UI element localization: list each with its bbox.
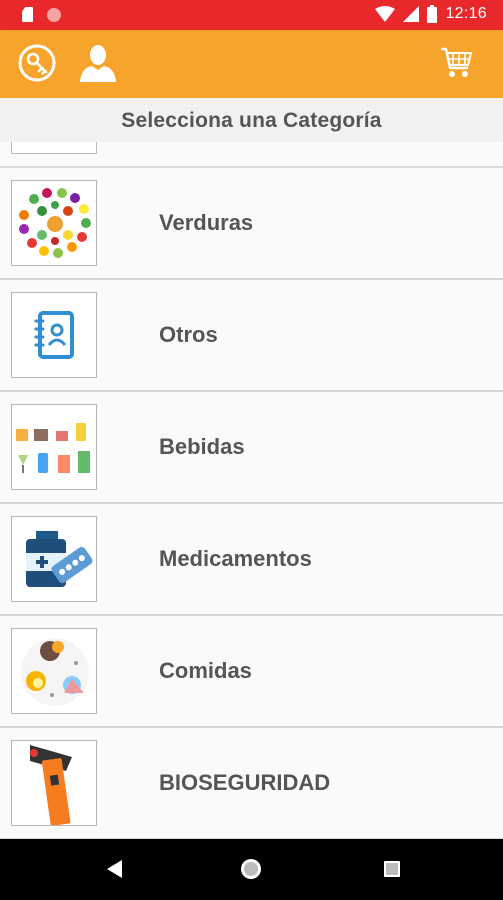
recents-icon[interactable] bbox=[383, 860, 401, 878]
thermometer-gun-image bbox=[11, 740, 97, 826]
cart-icon[interactable] bbox=[440, 46, 473, 85]
signal-icon bbox=[403, 6, 420, 22]
category-label: Otros bbox=[159, 322, 218, 347]
battery-icon bbox=[427, 5, 438, 23]
wifi-icon bbox=[375, 6, 396, 22]
system-nav-bar bbox=[0, 839, 503, 900]
category-label: Comidas bbox=[159, 658, 252, 683]
category-row-medicamentos[interactable]: Medicamentos bbox=[0, 504, 503, 616]
key-icon[interactable] bbox=[18, 44, 56, 87]
home-icon[interactable] bbox=[240, 858, 262, 880]
category-row-bioseguridad[interactable]: BIOSEGURIDAD bbox=[0, 728, 503, 839]
category-row-otros[interactable]: Otros bbox=[0, 280, 503, 392]
category-row-comidas[interactable]: Comidas bbox=[0, 616, 503, 728]
category-header: Selecciona una Categoría bbox=[0, 98, 503, 142]
category-row-verduras[interactable]: Verduras bbox=[0, 168, 503, 280]
app-bar bbox=[0, 30, 503, 98]
medicine-image bbox=[11, 516, 97, 602]
status-time: 12:16 bbox=[445, 5, 487, 22]
notification-dot-icon bbox=[47, 7, 61, 22]
category-label: BIOSEGURIDAD bbox=[159, 770, 331, 795]
status-bar: 12:16 bbox=[0, 0, 503, 30]
food-image bbox=[11, 628, 97, 714]
user-icon[interactable] bbox=[79, 44, 117, 87]
category-label: Verduras bbox=[159, 210, 254, 235]
category-label: Medicamentos bbox=[159, 546, 312, 571]
category-list[interactable]: Verduras Otros Bebidas Medicamentos Comi… bbox=[0, 142, 503, 839]
back-icon[interactable] bbox=[104, 858, 124, 880]
sd-card-icon bbox=[22, 7, 33, 22]
category-label: Bebidas bbox=[159, 434, 245, 459]
category-row-bebidas[interactable]: Bebidas bbox=[0, 392, 503, 504]
address-book-icon bbox=[11, 292, 97, 378]
page-title: Selecciona una Categoría bbox=[121, 109, 382, 132]
vegetables-image bbox=[11, 180, 97, 266]
partial-thumbnail bbox=[11, 142, 97, 154]
drinks-image bbox=[11, 404, 97, 490]
